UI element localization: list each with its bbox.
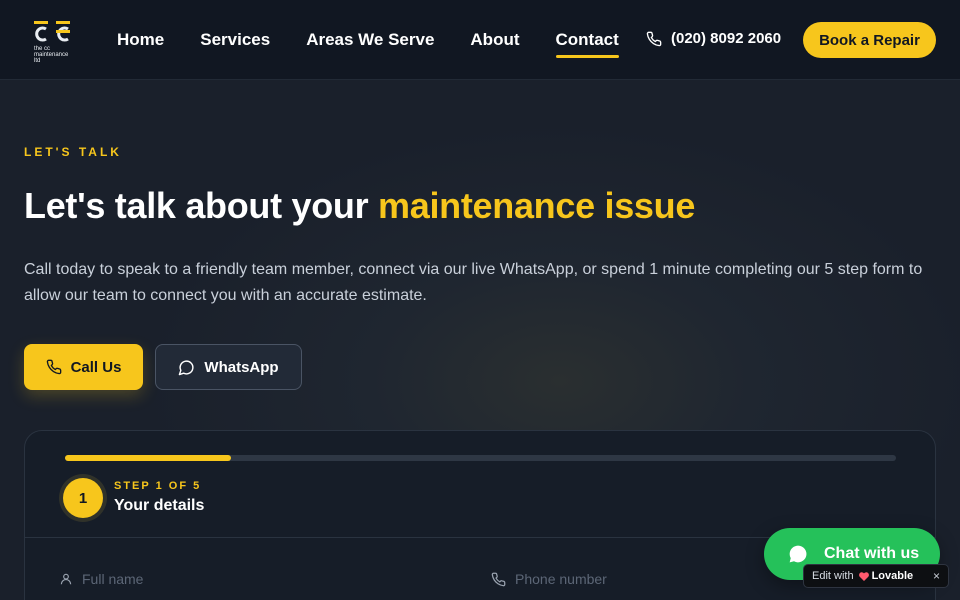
brand-logo[interactable]: the cc maintenance ltd: [30, 18, 76, 64]
headline-highlight: maintenance issue: [378, 185, 696, 226]
close-icon[interactable]: ×: [933, 569, 940, 583]
step-title: Your details: [114, 497, 205, 514]
user-icon: [60, 573, 72, 585]
whatsapp-label: WhatsApp: [204, 358, 279, 376]
call-us-button[interactable]: Call Us: [24, 344, 143, 390]
nav-link-services[interactable]: Services: [200, 0, 270, 80]
headline-prefix: Let's talk about your: [24, 185, 379, 226]
nav-link-areas-we-serve[interactable]: Areas We Serve: [306, 0, 434, 80]
nav-link-home[interactable]: Home: [117, 0, 164, 80]
lovable-brand-name: Lovable: [871, 570, 914, 582]
lovable-heart-icon: [858, 571, 869, 581]
nav-phone-number: (020) 8092 2060: [671, 30, 782, 47]
hero-headline: Let's talk about your maintenance issue: [24, 185, 695, 227]
lovable-brand: Lovable: [858, 570, 914, 582]
nav-phone-link[interactable]: (020) 8092 2060: [646, 30, 781, 47]
step-progress-bar: [65, 455, 896, 461]
book-repair-button[interactable]: Book a Repair: [803, 22, 936, 58]
call-us-label: Call Us: [70, 358, 122, 376]
logo-mark-icon: [34, 21, 70, 42]
step-counter: STEP 1 OF 5: [114, 480, 202, 492]
whatsapp-button[interactable]: WhatsApp: [155, 344, 302, 390]
phone-number-placeholder: Phone number: [515, 571, 607, 587]
hero-subtext: Call today to speak to a friendly team m…: [24, 261, 923, 304]
message-circle-icon: [179, 359, 194, 375]
full-name-field[interactable]: Full name: [59, 571, 143, 587]
edit-with-lovable-badge[interactable]: Edit with Lovable ×: [803, 564, 949, 588]
phone-icon: [46, 359, 61, 375]
chat-bubble-icon: [789, 545, 807, 563]
chat-label: Chat with us: [824, 545, 920, 562]
step-number-badge: 1: [63, 478, 103, 518]
phone-icon: [491, 572, 506, 586]
nav-link-about[interactable]: About: [470, 0, 519, 80]
full-name-placeholder: Full name: [82, 571, 144, 587]
badge-prefix: Edit with: [812, 570, 854, 582]
navbar: the cc maintenance ltd Home Services Are…: [0, 0, 960, 80]
phone-icon: [646, 31, 662, 46]
logo-text: the cc maintenance ltd: [34, 46, 69, 64]
phone-number-field[interactable]: Phone number: [491, 571, 607, 587]
primary-nav: Home Services Areas We Serve About Conta…: [117, 0, 655, 80]
nav-link-contact[interactable]: Contact: [555, 0, 620, 80]
step-progress-fill: [65, 455, 232, 461]
hero-eyebrow: LET'S TALK: [24, 145, 122, 159]
